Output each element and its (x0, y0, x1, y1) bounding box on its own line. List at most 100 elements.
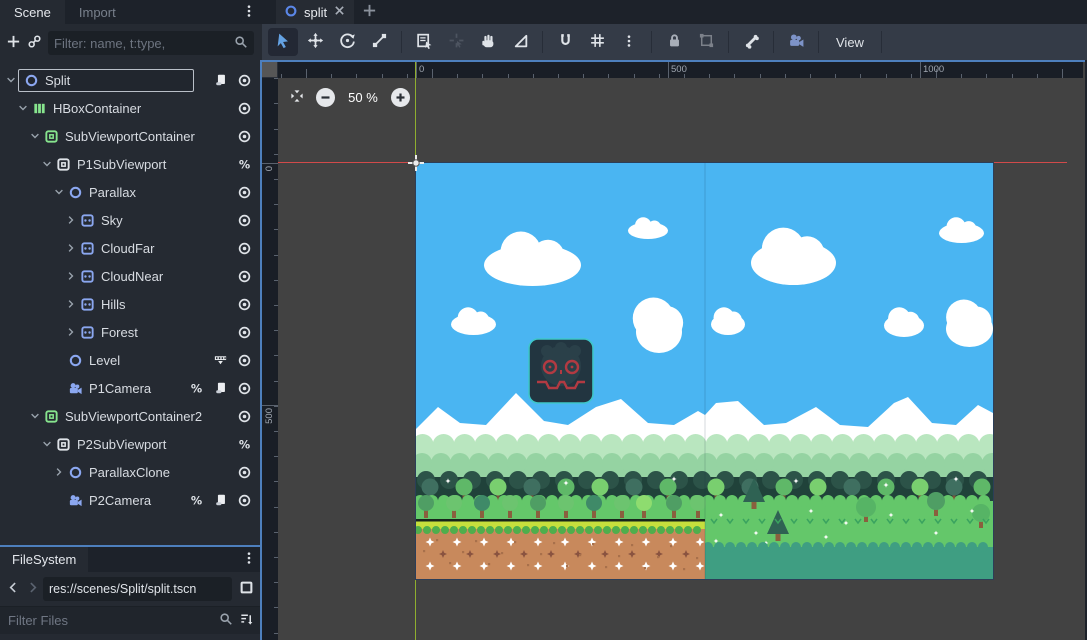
ruler-top: 05001000 (278, 62, 1083, 78)
ruler-tool-button[interactable] (505, 28, 535, 56)
sort-files-icon[interactable] (239, 612, 254, 630)
eye-icon[interactable] (236, 380, 253, 397)
tree-row-forest[interactable]: Forest (0, 318, 262, 346)
chevron-down-icon[interactable] (28, 130, 42, 142)
tree-row-cloudnear[interactable]: CloudNear (0, 262, 262, 290)
tree-row-level[interactable]: Level (0, 346, 262, 374)
position-select-button[interactable] (441, 28, 471, 56)
rotate-tool-button[interactable] (332, 28, 362, 56)
dock-menu-icon[interactable] (236, 0, 262, 24)
chevron-right-icon[interactable] (52, 466, 66, 478)
parallax-scene (416, 163, 993, 579)
eye-icon[interactable] (236, 352, 253, 369)
filesystem-menu-icon[interactable] (236, 547, 262, 572)
eye-icon[interactable] (236, 324, 253, 341)
scene-filter-box (48, 31, 254, 55)
current-path-input[interactable] (49, 582, 226, 596)
chevron-down-icon[interactable] (4, 74, 18, 86)
chevron-down-icon[interactable] (40, 438, 54, 450)
instance-scene-button[interactable] (27, 32, 42, 54)
history-forward-button[interactable] (24, 578, 40, 600)
tree-row-hills[interactable]: Hills (0, 290, 262, 318)
chevron-right-icon[interactable] (64, 242, 78, 254)
scale-tool-button[interactable] (364, 28, 394, 56)
move-tool-button[interactable] (300, 28, 330, 56)
tree-row-p1subviewport[interactable]: P1SubViewport% (0, 150, 262, 178)
tree-row-p2camera[interactable]: P2Camera% (0, 486, 262, 514)
eye-icon[interactable] (236, 100, 253, 117)
scene-filter-input[interactable] (54, 36, 230, 51)
chevron-down-icon[interactable] (40, 158, 54, 170)
dock-tabbar: Scene Import (0, 0, 262, 24)
percent-icon: % (188, 380, 205, 397)
tree-row-sky[interactable]: Sky (0, 206, 262, 234)
tree-row-subviewportcontainer[interactable]: SubViewportContainer (0, 122, 262, 150)
chevron-right-icon[interactable] (64, 214, 78, 226)
clone-teal-grass (703, 542, 993, 579)
add-node-button[interactable] (6, 32, 21, 54)
tree-row-p1camera[interactable]: P1Camera% (0, 374, 262, 402)
eye-icon[interactable] (236, 408, 253, 425)
tree-row-parallax[interactable]: Parallax (0, 178, 262, 206)
file-filter-input[interactable] (8, 613, 213, 628)
camera-override-button[interactable] (781, 28, 811, 56)
tree-row-split[interactable]: Split (0, 66, 262, 94)
history-back-button[interactable] (5, 578, 21, 600)
node-rename-box[interactable]: Split (18, 69, 194, 92)
tree-row-cloudfar[interactable]: CloudFar (0, 234, 262, 262)
film-icon (212, 352, 229, 369)
select-tool-button[interactable] (268, 28, 298, 56)
chevron-right-icon[interactable] (64, 270, 78, 282)
node-label: Split (45, 73, 70, 88)
eye-icon[interactable] (236, 212, 253, 229)
smart-snap-button[interactable] (550, 28, 580, 56)
toolbar-separator (881, 31, 882, 53)
pan-tool-button[interactable] (473, 28, 503, 56)
tree-row-subviewportcontainer2[interactable]: SubViewportContainer2 (0, 402, 262, 430)
toolbar-separator (728, 31, 729, 53)
chevron-down-icon[interactable] (28, 410, 42, 422)
scene-tab-split[interactable]: split (276, 0, 354, 24)
tab-import[interactable]: Import (65, 0, 130, 24)
lock-button[interactable] (659, 28, 689, 56)
chevron-down-icon[interactable] (16, 102, 30, 114)
tree-row-p2subviewport[interactable]: P2SubViewport% (0, 430, 262, 458)
eye-icon[interactable] (236, 240, 253, 257)
script-icon (212, 492, 229, 509)
svg-text:%: % (239, 438, 250, 451)
zoom-level-label[interactable]: 50 % (345, 90, 381, 105)
eye-icon[interactable] (236, 296, 253, 313)
viewport-canvas[interactable]: 05001000 0500 50 % (260, 60, 1085, 640)
eye-icon[interactable] (236, 128, 253, 145)
new-scene-tab-button[interactable] (354, 0, 384, 24)
eye-icon[interactable] (236, 464, 253, 481)
chevron-down-icon[interactable] (52, 186, 66, 198)
zoom-out-button[interactable] (316, 88, 335, 107)
toggle-split-mode-button[interactable] (235, 578, 257, 600)
eye-icon[interactable] (236, 72, 253, 89)
snap-options-button[interactable] (614, 28, 644, 56)
pan-tool-icon (480, 32, 497, 52)
snap-pixel-tool-icon (448, 32, 465, 52)
zoom-in-button[interactable] (391, 88, 410, 107)
list-select-button[interactable] (409, 28, 439, 56)
center-view-icon[interactable] (288, 87, 306, 108)
percent-icon: % (188, 492, 205, 509)
eye-icon[interactable] (236, 268, 253, 285)
grid-snap-button[interactable] (582, 28, 612, 56)
eye-icon[interactable] (236, 492, 253, 509)
chevron-right-icon[interactable] (64, 326, 78, 338)
bone-icon (743, 32, 760, 52)
player-character[interactable] (529, 339, 593, 403)
chevron-right-icon[interactable] (64, 298, 78, 310)
tab-scene[interactable]: Scene (0, 0, 65, 24)
view-menu-button[interactable]: View (826, 28, 874, 56)
tree-row-parallaxclone[interactable]: ParallaxClone (0, 458, 262, 486)
scene-render[interactable] (416, 163, 993, 579)
group-button[interactable] (691, 28, 721, 56)
close-tab-icon[interactable] (333, 4, 346, 20)
tree-row-hboxcontainer[interactable]: HBoxContainer (0, 94, 262, 122)
tab-filesystem[interactable]: FileSystem (0, 547, 88, 572)
skeleton-button[interactable] (736, 28, 766, 56)
eye-icon[interactable] (236, 184, 253, 201)
